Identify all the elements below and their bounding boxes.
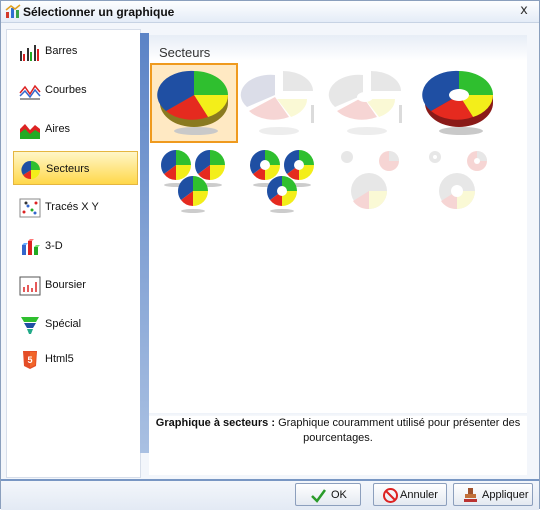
checkmark-icon: [311, 489, 327, 503]
3d-chart-icon: [22, 239, 40, 255]
html5-icon: 5: [23, 351, 37, 369]
chart-variant-ring-3d[interactable]: [417, 65, 501, 141]
pie-exploded-icon: [240, 71, 314, 135]
category-barres[interactable]: Barres: [13, 34, 138, 68]
panel-header: Secteurs: [149, 35, 527, 61]
chart-variant-pie-exploded[interactable]: [239, 65, 323, 141]
category-secteurs[interactable]: Secteurs: [13, 151, 138, 185]
ring-exploded-icon: [328, 71, 402, 135]
chart-selector-dialog: Sélectionner un graphique x Barres Courb…: [0, 0, 540, 510]
close-button[interactable]: x: [517, 4, 531, 18]
pie-3d-icon: [157, 70, 229, 135]
panel-separator: [140, 33, 149, 453]
panel-title: Secteurs: [159, 45, 211, 60]
apply-button[interactable]: Appliquer: [453, 483, 533, 506]
chart-app-icon: [5, 4, 21, 18]
chart-variant-multi-ring[interactable]: [241, 145, 325, 221]
category-label: Boursier: [45, 279, 86, 291]
chart-variant-ring-exploded[interactable]: [327, 65, 411, 141]
category-label: Tracés X Y: [45, 201, 99, 213]
chart-category-list: Barres Courbes Aires Secteurs Tracés X Y…: [6, 29, 141, 478]
category-boursier[interactable]: Boursier: [13, 268, 138, 302]
category-label: Aires: [45, 123, 71, 135]
title-bar: Sélectionner un graphique x: [1, 1, 539, 23]
chart-variant-multi-ring-proportional[interactable]: [417, 145, 501, 221]
description-term: Graphique à secteurs :: [155, 417, 276, 429]
stock-chart-icon: [19, 276, 41, 296]
multi-pie-proportional-icon: [341, 151, 399, 210]
line-chart-icon: [19, 84, 41, 100]
category-courbes[interactable]: Courbes: [13, 73, 138, 107]
chart-variant-multi-pie-proportional[interactable]: [329, 145, 413, 221]
chart-description: Graphique à secteurs : Graphique couramm…: [149, 416, 527, 452]
window-title: Sélectionner un graphique: [23, 5, 175, 19]
category-label: 3-D: [45, 240, 63, 252]
ok-button[interactable]: OK: [295, 483, 361, 506]
cancel-button[interactable]: Annuler: [373, 483, 447, 506]
cancel-icon: [383, 488, 398, 503]
area-chart-icon: [20, 124, 40, 139]
category-label: Spécial: [45, 318, 82, 330]
scatter-chart-icon: [19, 198, 41, 218]
chart-variant-pie-3d[interactable]: [150, 63, 238, 143]
svg-text:5: 5: [27, 355, 32, 365]
chart-variant-panel: Secteurs: [149, 35, 527, 475]
multi-pie-icon: [161, 150, 225, 213]
bar-chart-icon: [20, 45, 39, 61]
ring-3d-icon: [422, 70, 494, 135]
ok-label: OK: [331, 489, 347, 501]
category-aires[interactable]: Aires: [13, 112, 138, 146]
category-special[interactable]: Spécial: [13, 307, 138, 341]
category-html5[interactable]: 5 Html5: [13, 342, 138, 376]
multi-ring-proportional-icon: [429, 151, 487, 210]
cancel-label: Annuler: [400, 489, 438, 501]
category-label: Barres: [45, 45, 78, 57]
category-label: Courbes: [45, 84, 87, 96]
category-label: Html5: [45, 353, 74, 365]
pie-chart-icon: [21, 160, 40, 180]
category-traces-xy[interactable]: Tracés X Y: [13, 190, 138, 224]
category-label: Secteurs: [46, 163, 90, 175]
apply-stamp-icon: [464, 488, 477, 502]
description-text: Graphique couramment utilisé pour présen…: [275, 417, 521, 444]
apply-label: Appliquer: [482, 489, 529, 501]
chart-variant-multi-pie[interactable]: [152, 145, 236, 221]
funnel-chart-icon: [21, 317, 39, 334]
multi-ring-icon: [250, 150, 314, 213]
category-3d[interactable]: 3-D: [13, 229, 138, 263]
